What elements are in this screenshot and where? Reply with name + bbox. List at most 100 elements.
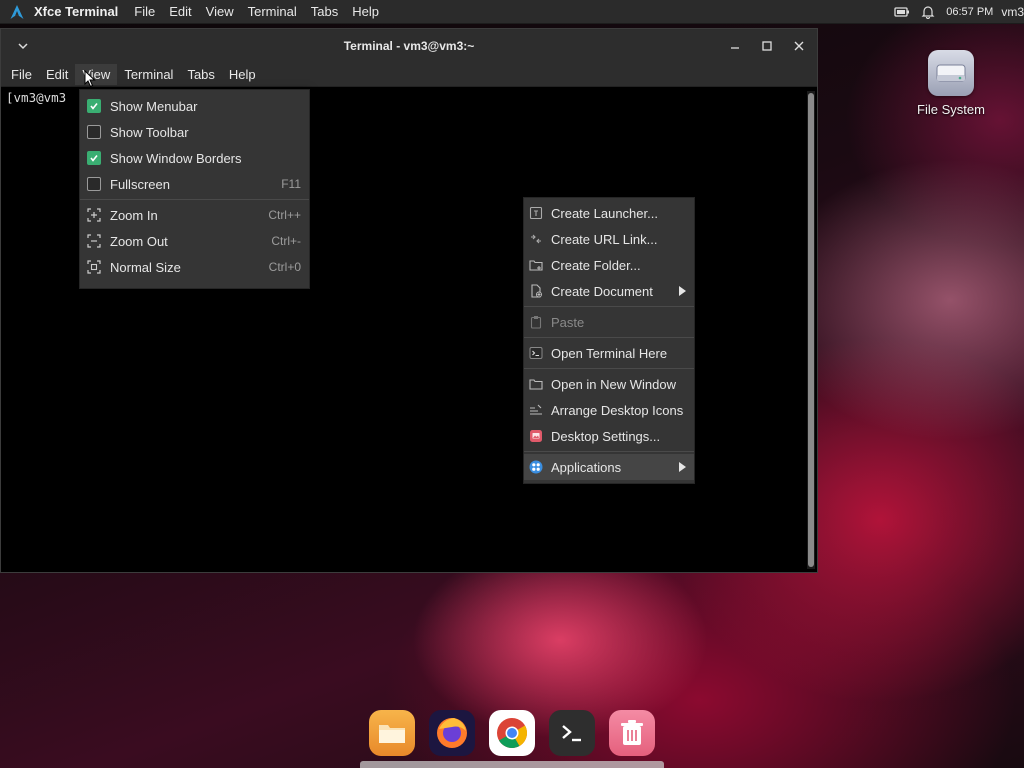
menu-separator <box>524 306 694 307</box>
desktop-icon-file-system[interactable]: File System <box>906 50 996 117</box>
top-panel: Xfce Terminal File Edit View Terminal Ta… <box>0 0 1024 24</box>
menu-terminal[interactable]: Terminal <box>117 64 180 85</box>
zoom-reset-icon <box>86 259 102 275</box>
menu-item-open-terminal-here[interactable]: Open Terminal Here <box>524 340 694 366</box>
menu-item-show-menubar[interactable]: Show Menubar <box>80 93 309 119</box>
paste-icon <box>528 314 544 330</box>
scrollbar-thumb[interactable] <box>808 93 814 567</box>
menu-item-accel: Ctrl+0 <box>268 260 301 274</box>
terminal-scrollbar[interactable] <box>807 91 815 569</box>
menu-item-create-launcher[interactable]: Create Launcher... <box>524 200 694 226</box>
checkbox-checked-icon <box>86 150 102 166</box>
menu-item-normal-size[interactable]: Normal Size Ctrl+0 <box>80 254 309 280</box>
menu-item-label: Create Document <box>551 283 653 299</box>
desktop-icon-label: File System <box>917 102 985 117</box>
menu-item-arrange-desktop-icons[interactable]: Arrange Desktop Icons <box>524 397 694 423</box>
menu-item-zoom-in[interactable]: Zoom In Ctrl++ <box>80 202 309 228</box>
battery-icon[interactable] <box>894 4 910 20</box>
global-menu-view[interactable]: View <box>206 4 234 19</box>
menu-item-label: Show Window Borders <box>110 150 242 166</box>
menu-separator <box>524 451 694 452</box>
global-menu-terminal[interactable]: Terminal <box>248 4 297 19</box>
system-tray: 06:57 PM vm3 <box>894 0 1024 24</box>
menu-item-paste: Paste <box>524 309 694 335</box>
checkbox-unchecked-icon <box>86 176 102 192</box>
checkbox-unchecked-icon <box>86 124 102 140</box>
menu-item-show-window-borders[interactable]: Show Window Borders <box>80 145 309 171</box>
menu-item-label: Arrange Desktop Icons <box>551 402 684 418</box>
menu-view[interactable]: View <box>75 64 118 85</box>
menu-item-label: Create URL Link... <box>551 231 658 247</box>
menu-item-accel: F11 <box>281 177 301 191</box>
chrome-icon[interactable] <box>489 710 535 756</box>
global-menu-edit[interactable]: Edit <box>169 4 191 19</box>
submenu-arrow-icon <box>679 286 686 296</box>
terminal-menubar: File Edit View Terminal Tabs Help <box>1 63 817 87</box>
terminal-app-icon[interactable] <box>549 710 595 756</box>
menu-item-desktop-settings[interactable]: Desktop Settings... <box>524 423 694 449</box>
dock <box>360 704 664 768</box>
folder-icon <box>528 376 544 392</box>
menu-item-label: Normal Size <box>110 259 181 275</box>
menu-file[interactable]: File <box>4 64 39 85</box>
menu-separator <box>524 337 694 338</box>
menu-item-label: Zoom In <box>110 207 158 223</box>
menu-help[interactable]: Help <box>222 64 263 85</box>
menu-item-show-toolbar[interactable]: Show Toolbar <box>80 119 309 145</box>
menu-separator <box>80 199 309 200</box>
submenu-arrow-icon <box>679 462 686 472</box>
applications-icon <box>528 459 544 475</box>
menu-item-open-in-new-window[interactable]: Open in New Window <box>524 371 694 397</box>
arrange-icon <box>528 402 544 418</box>
active-app-name: Xfce Terminal <box>34 4 119 19</box>
folder-new-icon <box>528 257 544 273</box>
global-menu-tabs[interactable]: Tabs <box>311 4 338 19</box>
file-manager-icon[interactable] <box>369 710 415 756</box>
user-menu[interactable]: vm3 <box>1001 5 1024 19</box>
notification-bell-icon[interactable] <box>920 4 936 20</box>
global-menu-help[interactable]: Help <box>352 4 379 19</box>
dock-indicator-bar <box>360 761 664 768</box>
close-icon[interactable] <box>791 38 807 54</box>
menu-item-create-url-link[interactable]: Create URL Link... <box>524 226 694 252</box>
global-menu-file[interactable]: File <box>134 4 155 19</box>
window-title: Terminal - vm3@vm3:~ <box>343 39 475 53</box>
view-menu-dropdown: Show Menubar Show Toolbar Show Window Bo… <box>79 89 310 289</box>
firefox-icon[interactable] <box>429 710 475 756</box>
zoom-in-icon <box>86 207 102 223</box>
menu-item-label: Create Launcher... <box>551 205 658 221</box>
link-icon <box>528 231 544 247</box>
launcher-icon <box>528 205 544 221</box>
menu-tabs[interactable]: Tabs <box>180 64 221 85</box>
checkbox-checked-icon <box>86 98 102 114</box>
menu-item-applications[interactable]: Applications <box>524 454 694 480</box>
desktop-settings-icon <box>528 428 544 444</box>
clock[interactable]: 06:57 PM <box>946 6 993 18</box>
maximize-icon[interactable] <box>759 38 775 54</box>
drive-icon <box>928 50 974 96</box>
menu-item-label: Zoom Out <box>110 233 168 249</box>
terminal-prompt: [vm3@vm3 <box>6 90 67 105</box>
menu-item-label: Desktop Settings... <box>551 428 661 444</box>
menu-item-create-document[interactable]: Create Document <box>524 278 694 304</box>
mouse-cursor-icon <box>84 70 96 88</box>
menu-item-label: Create Folder... <box>551 257 641 273</box>
menu-edit[interactable]: Edit <box>39 64 75 85</box>
zoom-out-icon <box>86 233 102 249</box>
menu-item-label: Fullscreen <box>110 176 170 192</box>
arch-logo-icon[interactable] <box>0 0 34 24</box>
menu-item-accel: Ctrl+- <box>271 234 301 248</box>
menu-item-fullscreen[interactable]: Fullscreen F11 <box>80 171 309 197</box>
menu-item-create-folder[interactable]: Create Folder... <box>524 252 694 278</box>
window-menu-chevron-icon[interactable] <box>15 38 31 54</box>
menu-item-accel: Ctrl++ <box>268 208 301 222</box>
menu-item-zoom-out[interactable]: Zoom Out Ctrl+- <box>80 228 309 254</box>
menu-item-label: Paste <box>551 314 585 330</box>
menu-item-label: Open in New Window <box>551 376 676 392</box>
terminal-titlebar[interactable]: Terminal - vm3@vm3:~ <box>1 29 817 63</box>
minimize-icon[interactable] <box>727 38 743 54</box>
trash-icon[interactable] <box>609 710 655 756</box>
menu-separator <box>524 368 694 369</box>
menu-item-label: Show Menubar <box>110 98 198 114</box>
terminal-icon <box>528 345 544 361</box>
